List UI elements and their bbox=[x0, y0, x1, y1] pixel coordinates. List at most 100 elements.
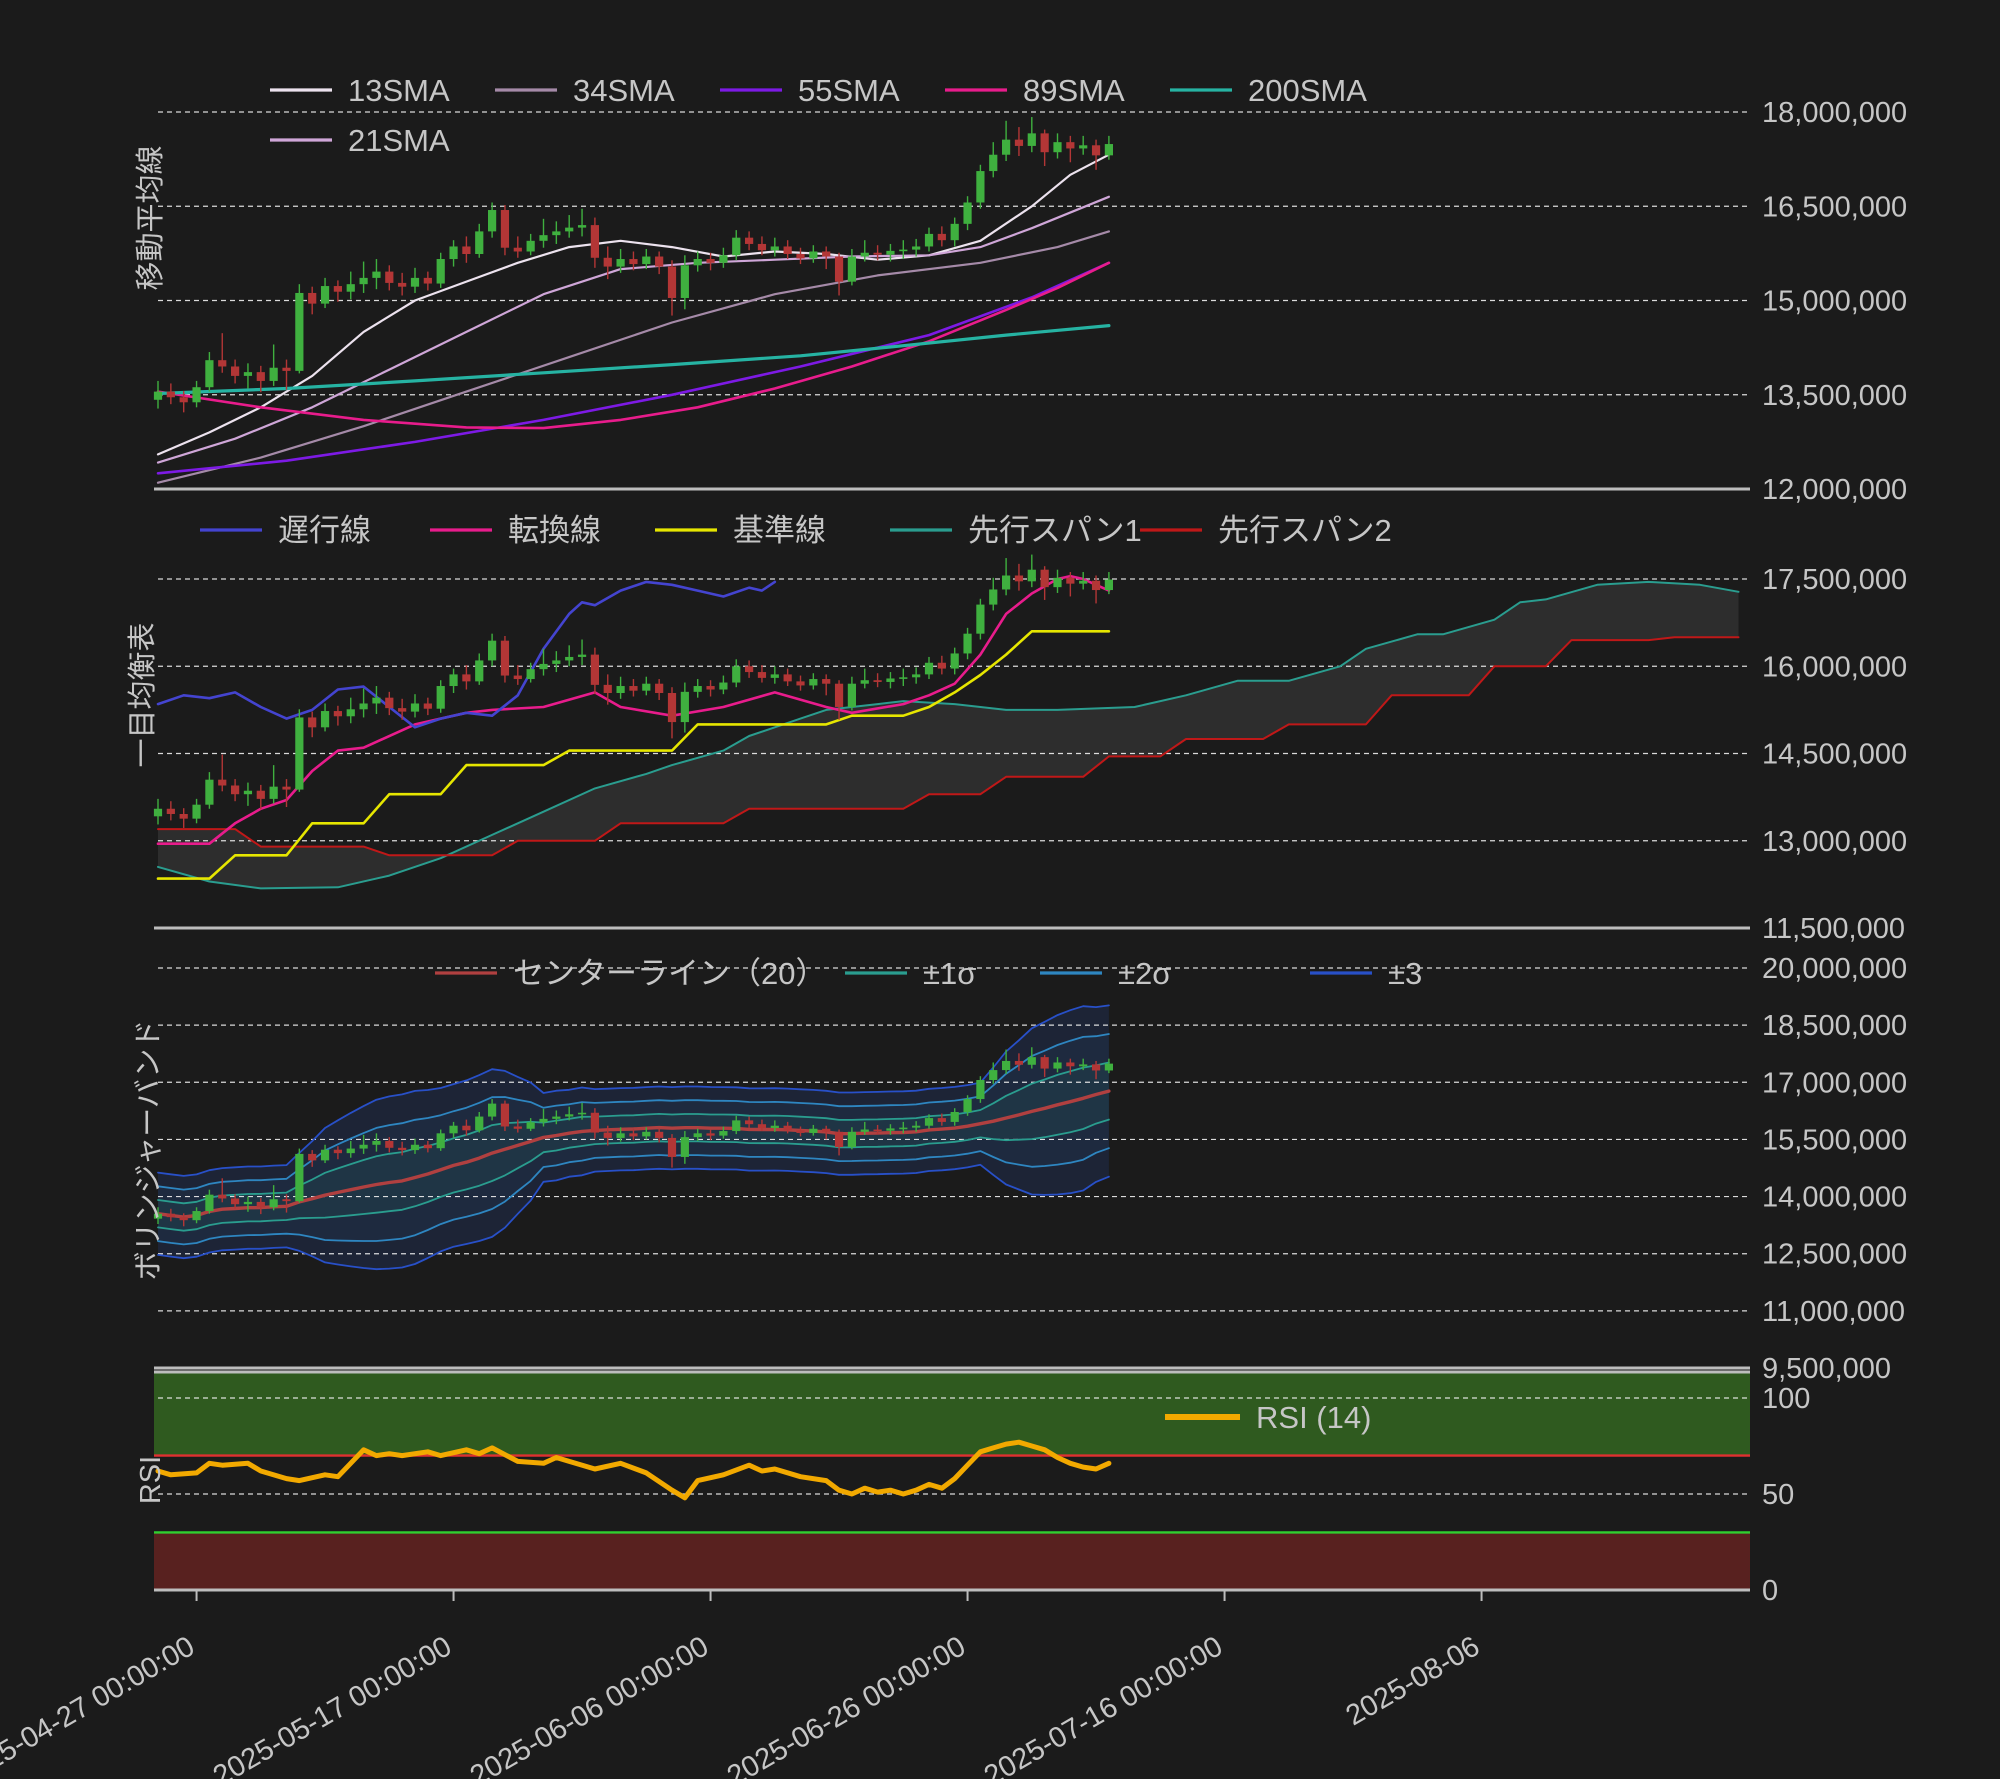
candle-up bbox=[437, 259, 445, 284]
y-axis-title: ボリンジャーバンド bbox=[133, 1020, 165, 1281]
candle-down bbox=[514, 676, 522, 679]
candle-up bbox=[475, 231, 483, 254]
x-axis-label: 2025-05-17 00:00:00 bbox=[208, 1630, 457, 1779]
candle-down bbox=[745, 1120, 753, 1124]
rsi-overbought-zone bbox=[154, 1372, 1750, 1456]
candle-up bbox=[360, 1145, 368, 1149]
candle-up bbox=[527, 669, 535, 679]
candle-up bbox=[154, 809, 162, 817]
candle-up bbox=[1028, 570, 1036, 582]
candle-down bbox=[706, 686, 714, 689]
candle-up bbox=[411, 1145, 419, 1150]
candle-down bbox=[501, 210, 509, 248]
candle-up bbox=[539, 1119, 547, 1122]
candle-up bbox=[848, 684, 856, 707]
candle-down bbox=[604, 1133, 612, 1138]
candle-down bbox=[501, 1104, 509, 1127]
y-axis-label: 16,500,000 bbox=[1762, 191, 1907, 223]
x-axis-label: 2025-07-16 00:00:00 bbox=[979, 1630, 1228, 1779]
y-axis-label: 12,500,000 bbox=[1762, 1239, 1907, 1271]
candle-down bbox=[591, 655, 599, 685]
candle-down bbox=[282, 787, 290, 790]
legend-item: 先行スパン1 bbox=[890, 513, 1142, 548]
candle-up bbox=[642, 684, 650, 691]
candle-down bbox=[938, 1118, 946, 1122]
candle-up bbox=[719, 683, 727, 690]
candle-up bbox=[565, 657, 573, 660]
candle-down bbox=[629, 259, 637, 264]
candle-up bbox=[488, 641, 496, 661]
rsi-oversold-zone bbox=[154, 1532, 1750, 1590]
legend-label: ±3 bbox=[1388, 956, 1422, 991]
panel-bollinger: センターライン（20）±1σ±2σ±3 bbox=[154, 956, 1750, 1311]
candle-down bbox=[398, 1148, 406, 1150]
candle-down bbox=[796, 254, 804, 258]
candle-down bbox=[218, 780, 226, 786]
candle-up bbox=[771, 674, 779, 677]
candle-down bbox=[758, 672, 766, 678]
candle-down bbox=[874, 680, 882, 682]
candle-up bbox=[437, 1133, 445, 1148]
candle-down bbox=[784, 1126, 792, 1131]
candle-up bbox=[925, 663, 933, 675]
candle-up bbox=[886, 251, 894, 255]
candle-up bbox=[925, 234, 933, 247]
candle-down bbox=[282, 1199, 290, 1201]
y-axis-label: 17,000,000 bbox=[1762, 1067, 1907, 1099]
y-axis-title: RSI bbox=[135, 1456, 167, 1504]
y-axis-label: 12,000,000 bbox=[1762, 474, 1907, 506]
candle-down bbox=[308, 1154, 316, 1160]
candle-down bbox=[629, 686, 637, 691]
candle-down bbox=[514, 1126, 522, 1128]
x-axis-label: 2025-06-06 00:00:00 bbox=[465, 1630, 714, 1779]
candle-up bbox=[771, 1126, 779, 1128]
candle-up bbox=[372, 698, 380, 704]
candle-up bbox=[578, 1113, 586, 1115]
candle-up bbox=[617, 259, 625, 267]
candle-up bbox=[244, 372, 252, 376]
candle-up bbox=[321, 1150, 329, 1161]
legend-label: 転換線 bbox=[508, 513, 601, 548]
y-axis-label: 18,000,000 bbox=[1762, 97, 1907, 129]
legend-label: ±2σ bbox=[1118, 956, 1171, 991]
candle-down bbox=[835, 257, 843, 282]
candle-down bbox=[462, 674, 470, 681]
candle-down bbox=[796, 681, 804, 685]
candle-down bbox=[706, 259, 714, 263]
y-axis-label: 16,000,000 bbox=[1762, 651, 1907, 683]
candle-up bbox=[527, 241, 535, 252]
candle-up bbox=[681, 265, 689, 298]
candle-down bbox=[591, 1113, 599, 1133]
y-axis-label: 17,500,000 bbox=[1762, 564, 1907, 596]
candle-up bbox=[642, 257, 650, 265]
candle-down bbox=[874, 253, 882, 255]
x-axis-label: 2025-06-26 00:00:00 bbox=[722, 1630, 971, 1779]
candle-up bbox=[963, 634, 971, 654]
legend-item: 89SMA bbox=[945, 73, 1125, 108]
legend-item: 34SMA bbox=[495, 73, 675, 108]
candle-down bbox=[822, 1129, 830, 1132]
candle-up bbox=[347, 709, 355, 716]
y-axis-label: 15,000,000 bbox=[1762, 286, 1907, 318]
candle-up bbox=[295, 717, 303, 789]
candle-down bbox=[180, 1217, 188, 1220]
candle-up bbox=[244, 791, 252, 794]
candle-up bbox=[732, 1120, 740, 1131]
legend-label: 34SMA bbox=[573, 73, 675, 108]
legend-label: 基準線 bbox=[733, 513, 826, 548]
candle-up bbox=[1079, 1064, 1087, 1066]
candle-up bbox=[295, 293, 303, 371]
legend-label: 89SMA bbox=[1023, 73, 1125, 108]
legend-item: 21SMA bbox=[270, 123, 450, 158]
candle-down bbox=[334, 1150, 342, 1153]
candle-down bbox=[180, 397, 188, 402]
candle-up bbox=[925, 1118, 933, 1126]
candle-down bbox=[655, 684, 663, 693]
candle-up bbox=[1105, 144, 1113, 155]
y-axis-label: 50 bbox=[1762, 1479, 1794, 1511]
legend-label: RSI (14) bbox=[1256, 1400, 1371, 1435]
candle-up bbox=[976, 1080, 984, 1099]
candle-up bbox=[681, 692, 689, 722]
candle-up bbox=[192, 387, 200, 402]
candle-down bbox=[938, 234, 946, 240]
